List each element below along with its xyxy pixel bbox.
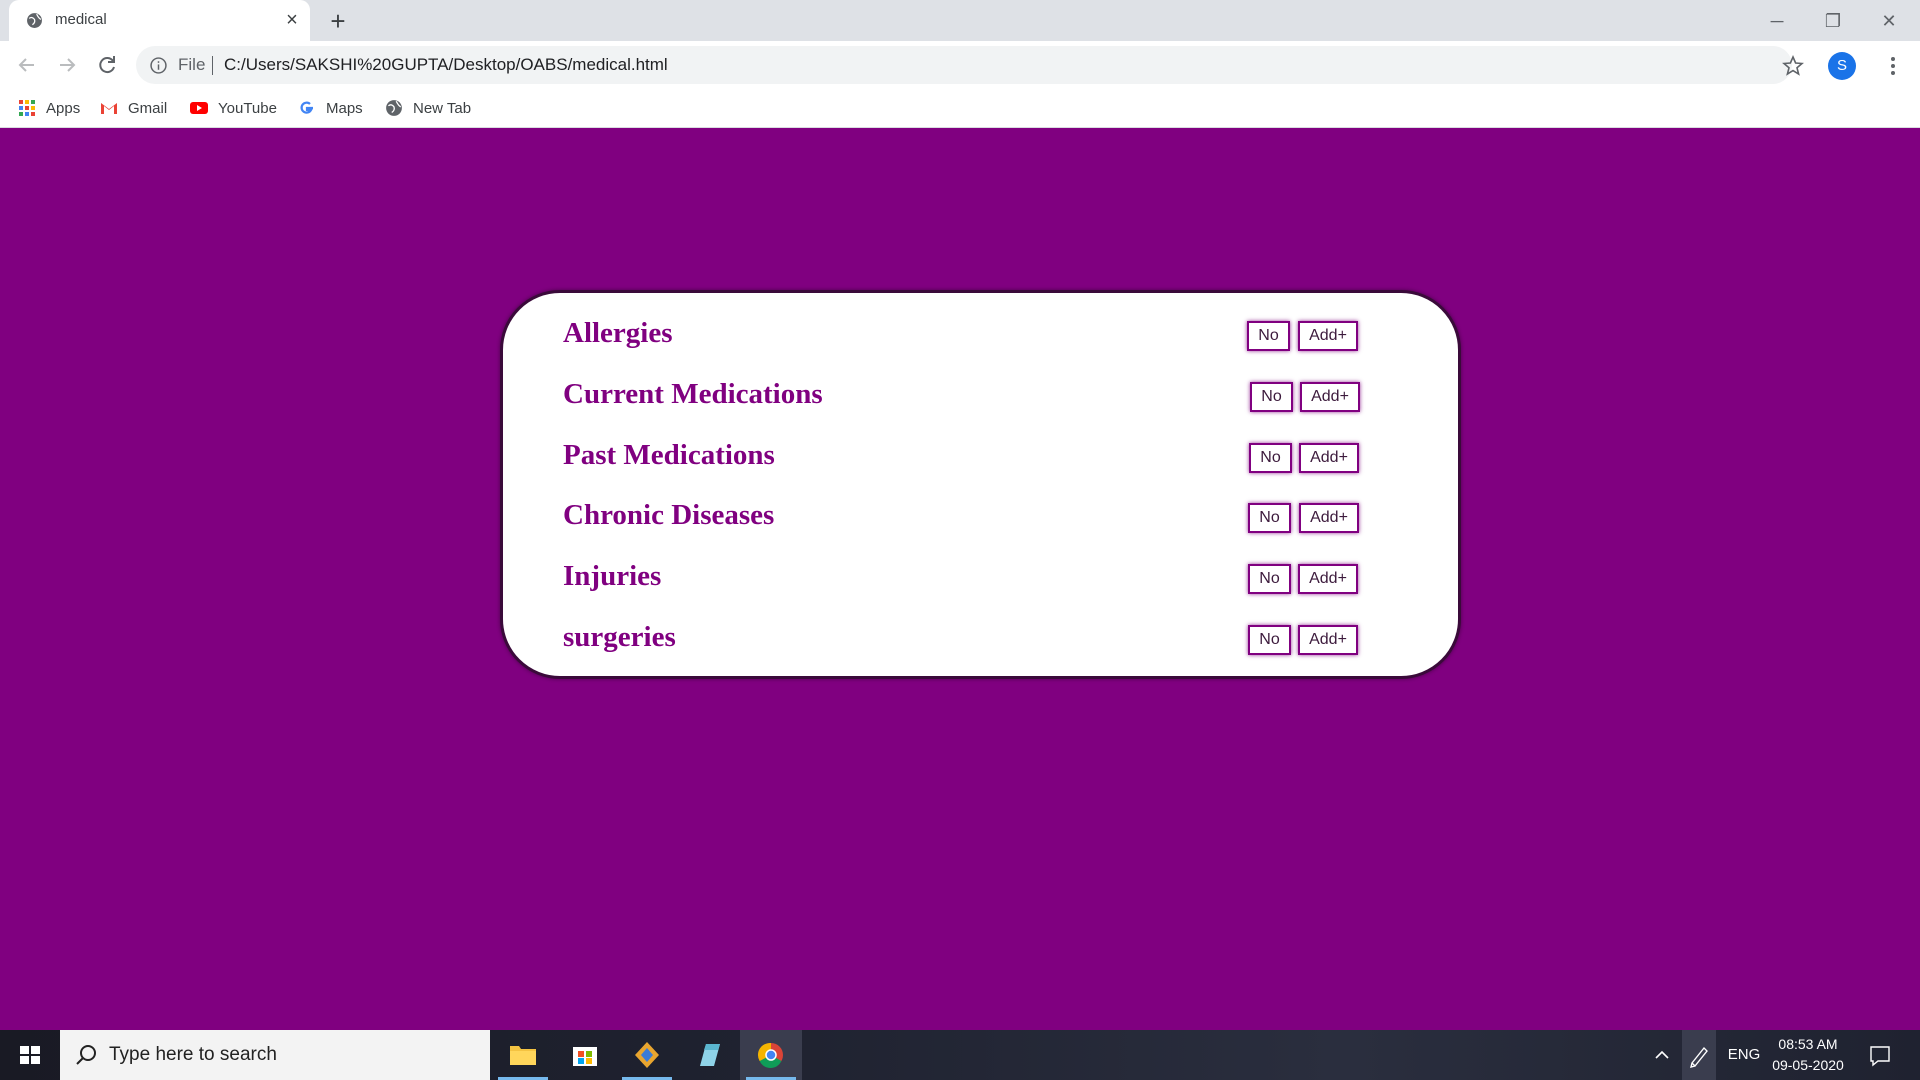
notification-center-icon[interactable] (1862, 1030, 1898, 1080)
bookmark-label: Gmail (128, 99, 168, 117)
row-label: surgeries (563, 621, 676, 653)
row-label: Current Medications (563, 378, 823, 410)
language-indicator[interactable]: ENG (1724, 1030, 1764, 1080)
bookmarks-bar: Apps Gmail YouTube Maps New Tab (0, 89, 1920, 128)
bookmark-maps[interactable]: Maps (298, 96, 363, 120)
profile-avatar[interactable]: S (1828, 52, 1856, 80)
taskbar-search-box[interactable]: Type here to search (60, 1030, 490, 1080)
no-button[interactable]: No (1249, 443, 1292, 473)
medical-row-allergies: Allergies No Add+ (563, 317, 1403, 361)
taskbar-clock[interactable]: 08:53 AM 09-05-2020 (1768, 1034, 1848, 1076)
bookmark-gmail[interactable]: Gmail (100, 96, 167, 120)
no-button[interactable]: No (1248, 503, 1291, 533)
apps-grid-icon (19, 100, 35, 116)
url-text[interactable]: C:/Users/SAKSHI%20GUPTA/Desktop/OABS/med… (224, 55, 668, 75)
taskbar-app-store[interactable] (554, 1030, 616, 1080)
tray-overflow-chevron-icon[interactable] (1648, 1030, 1676, 1080)
medical-row-past-medications: Past Medications No Add+ (563, 439, 1403, 483)
medical-row-surgeries: surgeries No Add+ (563, 621, 1403, 665)
search-placeholder: Type here to search (109, 1044, 277, 1065)
bookmark-new-tab[interactable]: New Tab (385, 96, 471, 120)
browser-tab-medical[interactable]: medical × (9, 0, 310, 41)
no-button[interactable]: No (1250, 382, 1293, 412)
windows-taskbar: Type here to search ENG 08:53 AM 09-05-2… (0, 1030, 1920, 1080)
bookmark-star-icon[interactable] (1778, 51, 1808, 81)
bookmark-label: Maps (326, 99, 363, 117)
back-arrow-icon[interactable] (12, 50, 42, 80)
omnibox-divider (212, 56, 213, 75)
new-tab-button[interactable]: + (323, 6, 353, 36)
folder-icon (510, 1046, 536, 1065)
add-button[interactable]: Add+ (1299, 503, 1359, 533)
bookmark-apps[interactable]: Apps (18, 96, 80, 120)
chrome-icon (757, 1042, 783, 1068)
row-label: Injuries (563, 560, 662, 592)
no-button[interactable]: No (1248, 564, 1291, 594)
bookmark-label: Apps (46, 99, 81, 117)
add-button[interactable]: Add+ (1300, 382, 1360, 412)
globe-icon (386, 100, 402, 116)
bookmark-youtube[interactable]: YouTube (190, 96, 277, 120)
medical-row-current-medications: Current Medications No Add+ (563, 378, 1403, 422)
taskbar-app-chrome[interactable] (740, 1030, 802, 1080)
tab-close-icon[interactable]: × (281, 9, 303, 31)
bookmark-label: New Tab (413, 99, 472, 117)
diamond-app-icon (635, 1042, 659, 1068)
notepad-icon (700, 1044, 720, 1066)
restore-icon[interactable]: ❐ (1810, 6, 1856, 36)
more-menu-icon[interactable] (1878, 51, 1908, 81)
minimize-icon[interactable]: ─ (1754, 6, 1800, 36)
add-button[interactable]: Add+ (1298, 564, 1358, 594)
add-button[interactable]: Add+ (1298, 321, 1358, 351)
search-icon (76, 1045, 96, 1065)
clock-time: 08:53 AM (1778, 1036, 1838, 1052)
info-icon[interactable] (150, 57, 167, 74)
globe-icon (27, 13, 42, 28)
close-window-icon[interactable]: ✕ (1866, 6, 1912, 36)
taskbar-app-editor[interactable] (678, 1030, 740, 1080)
tab-title: medical (55, 11, 107, 28)
taskbar-app-file-explorer[interactable] (492, 1030, 554, 1080)
address-bar[interactable]: File C:/Users/SAKSHI%20GUPTA/Desktop/OAB… (136, 46, 1792, 84)
windows-start-icon[interactable] (0, 1030, 60, 1080)
medical-row-injuries: Injuries No Add+ (563, 560, 1403, 604)
row-label: Chronic Diseases (563, 499, 775, 531)
tray-pen-icon[interactable] (1682, 1030, 1716, 1080)
medical-history-card: Allergies No Add+ Current Medications No… (500, 290, 1461, 679)
reload-icon[interactable] (92, 50, 122, 80)
bookmark-label: YouTube (218, 99, 277, 117)
clock-date: 09-05-2020 (1772, 1057, 1844, 1073)
store-bag-icon (573, 1047, 597, 1066)
no-button[interactable]: No (1247, 321, 1290, 351)
google-icon (300, 101, 313, 114)
no-button[interactable]: No (1248, 625, 1291, 655)
taskbar-app-git[interactable] (616, 1030, 678, 1080)
page-viewport: Allergies No Add+ Current Medications No… (0, 128, 1920, 1030)
add-button[interactable]: Add+ (1298, 625, 1358, 655)
gmail-icon (101, 103, 117, 114)
browser-tab-strip: medical × + ─ ❐ ✕ (0, 0, 1920, 41)
youtube-icon (190, 102, 208, 114)
url-scheme-label: File (178, 55, 206, 74)
forward-arrow-icon[interactable] (52, 50, 82, 80)
row-label: Allergies (563, 317, 673, 349)
medical-row-chronic-diseases: Chronic Diseases No Add+ (563, 499, 1403, 543)
add-button[interactable]: Add+ (1299, 443, 1359, 473)
browser-toolbar: File C:/Users/SAKSHI%20GUPTA/Desktop/OAB… (0, 41, 1920, 89)
row-label: Past Medications (563, 439, 775, 471)
